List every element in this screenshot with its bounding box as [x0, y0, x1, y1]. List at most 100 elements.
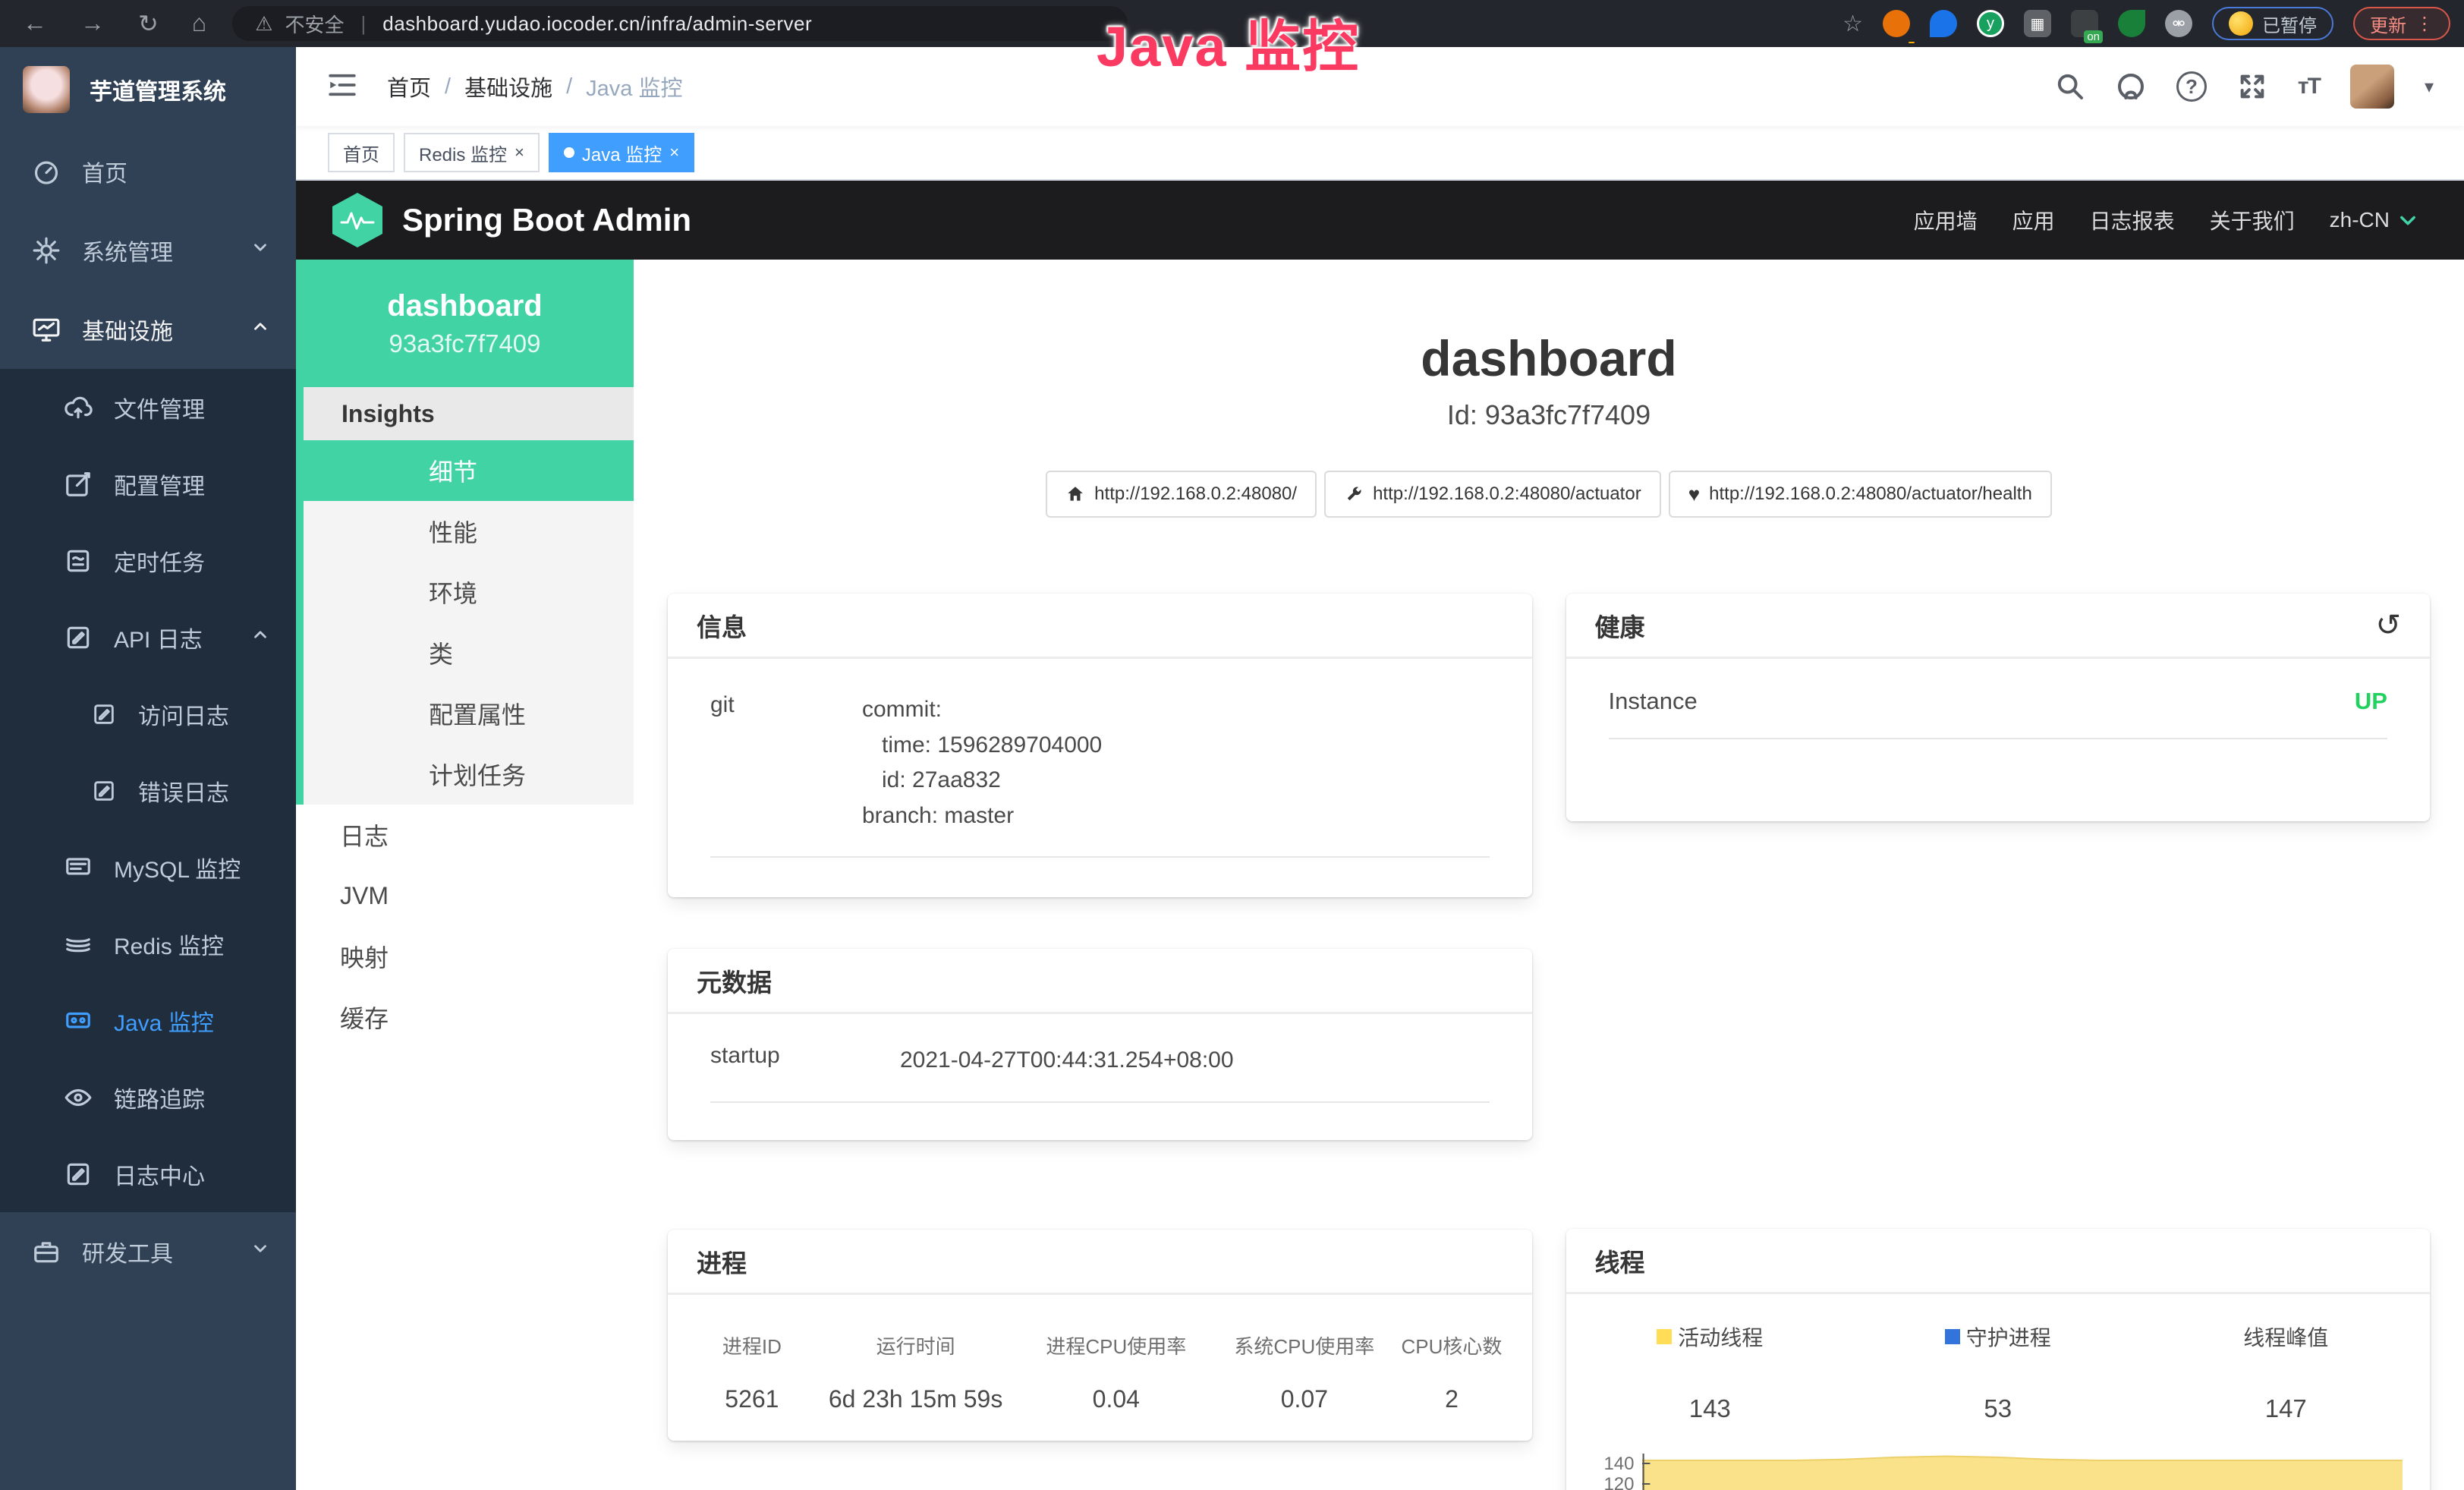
extension-badge [1909, 42, 1915, 43]
screen: ← → ↻ ⌂ ⚠ 不安全 | dashboard.yudao.iocoder.… [0, 0, 2464, 1490]
sidebar-item-system[interactable]: 系统管理 [0, 211, 296, 290]
sba-menu-section-insights: Insights [304, 387, 634, 440]
emoji-face-icon [2229, 11, 2253, 36]
endpoint-root-button[interactable]: http://192.168.0.2:48080/ [1046, 471, 1317, 518]
sba-nav-about[interactable]: 关于我们 [2210, 205, 2295, 235]
metadata-card-title: 元数据 [697, 962, 772, 999]
app-sidebar: 芋道管理系统 首页 系统管理 基础设施 文件管理 [0, 47, 296, 1490]
url-text[interactable]: dashboard.yudao.iocoder.cn/infra/admin-s… [382, 12, 812, 36]
kebab-menu-icon[interactable]: ⋮ [2415, 13, 2434, 35]
sidebar-item-access-log[interactable]: 访问日志 [0, 676, 296, 752]
health-card: 健康 ↺ Instance UP [1566, 594, 2431, 821]
sba-menu-jvm[interactable]: JVM [296, 865, 634, 926]
close-icon[interactable]: × [515, 143, 524, 162]
sidebar-item-trace[interactable]: 链路追踪 [0, 1059, 296, 1136]
sba-menu-configprops[interactable]: 配置属性 [304, 683, 634, 744]
status-badge: UP [2355, 688, 2387, 715]
sidebar-item-redis-monitor[interactable]: Redis 监控 [0, 906, 296, 982]
sba-nav-journal[interactable]: 日志报表 [2090, 205, 2175, 235]
java-monitor-icon [64, 1006, 93, 1035]
extension-pin-icon[interactable] [1930, 10, 1957, 37]
eye-icon [64, 1083, 93, 1112]
log-edit-icon [91, 778, 117, 804]
sidebar-fold-icon[interactable] [326, 69, 358, 105]
extension-grid-icon[interactable]: ▦ [2024, 10, 2051, 37]
browser-forward-button[interactable]: → [80, 9, 105, 38]
sidebar-item-dev-tools[interactable]: 研发工具 [0, 1212, 296, 1291]
extension-icon[interactable]: on [2071, 10, 2098, 37]
breadcrumb-section[interactable]: 基础设施 [464, 71, 552, 102]
sba-menu-environment[interactable]: 环境 [304, 562, 634, 622]
sidebar-item-error-log[interactable]: 错误日志 [0, 752, 296, 829]
sidebar-item-java-monitor[interactable]: Java 监控 [0, 982, 296, 1059]
tab-home[interactable]: 首页 [328, 133, 395, 172]
process-col-header: 进程ID [691, 1331, 813, 1359]
sba-menu-details[interactable]: 细节 [304, 440, 634, 501]
sba-menu-mappings[interactable]: 映射 [296, 926, 634, 987]
instance-title: dashboard [634, 329, 2464, 387]
font-size-icon[interactable]: тT [2298, 74, 2320, 99]
cloud-upload-icon [64, 393, 93, 422]
chevron-down-icon [250, 1239, 270, 1265]
sba-menu-metrics[interactable]: 性能 [304, 501, 634, 562]
app-logo-image [23, 66, 70, 113]
process-uptime-value: 6d 23h 15m 59s [813, 1385, 1018, 1413]
help-icon[interactable]: ? [2176, 71, 2207, 102]
extension-icon[interactable] [1883, 10, 1910, 37]
sidebar-item-scheduled-job[interactable]: 定时任务 [0, 522, 296, 599]
sidebar-item-file-manage[interactable]: 文件管理 [0, 369, 296, 446]
browser-reload-button[interactable]: ↻ [138, 9, 159, 38]
app-logo-row[interactable]: 芋道管理系统 [0, 47, 296, 132]
bookmark-star-icon[interactable]: ☆ [1842, 11, 1863, 37]
not-secure-label[interactable]: 不安全 [285, 10, 344, 38]
sidebar-item-api-log[interactable]: API 日志 [0, 599, 296, 676]
threads-area-chart [1642, 1454, 2403, 1490]
fullscreen-icon[interactable] [2237, 71, 2267, 102]
layers-icon [64, 930, 93, 959]
endpoint-health-button[interactable]: ♥ http://192.168.0.2:48080/actuator/heal… [1669, 471, 2052, 518]
sidebar-item-home[interactable]: 首页 [0, 132, 296, 211]
sba-instance-block[interactable]: dashboard 93a3fc7f7409 [296, 260, 634, 387]
dashboard-icon [32, 157, 61, 186]
chevron-down-icon [2397, 209, 2418, 231]
paused-extension-pill[interactable]: 已暂停 [2212, 7, 2333, 40]
sidebar-item-config-manage[interactable]: 配置管理 [0, 446, 296, 522]
sba-nav-wall[interactable]: 应用墙 [1914, 205, 1978, 235]
omnibox-divider: | [360, 12, 366, 36]
sba-nav-applications[interactable]: 应用 [2012, 205, 2055, 235]
chevron-down-icon [250, 238, 270, 263]
sidebar-item-infrastructure[interactable]: 基础设施 [0, 290, 296, 369]
avatar-caret-icon[interactable]: ▾ [2425, 76, 2434, 98]
history-icon[interactable]: ↺ [2375, 610, 2401, 641]
github-icon[interactable] [2116, 71, 2146, 102]
breadcrumb-home[interactable]: 首页 [387, 71, 431, 102]
close-icon[interactable]: × [669, 143, 679, 162]
threads-card-title: 线程 [1595, 1243, 1645, 1279]
process-card: 进程 进程ID 运行时间 进程CPU使用率 系统CPU使用率 CPU核心数 [668, 1230, 1532, 1441]
extension-leaf-icon[interactable] [2118, 10, 2145, 37]
sba-menu-classes[interactable]: 类 [304, 622, 634, 683]
extensions-puzzle-icon[interactable]: ⚮ [2165, 10, 2192, 37]
endpoint-actuator-button[interactable]: http://192.168.0.2:48080/actuator [1324, 471, 1661, 518]
wrench-icon [1344, 484, 1364, 504]
sba-menu-scheduled-tasks[interactable]: 计划任务 [304, 744, 634, 805]
tab-java-monitor[interactable]: Java 监控× [549, 133, 694, 172]
breadcrumb: 首页 / 基础设施 / Java 监控 [387, 71, 682, 102]
browser-back-button[interactable]: ← [23, 9, 47, 38]
search-icon[interactable] [2055, 71, 2085, 102]
sba-language-select[interactable]: zh-CN [2330, 208, 2418, 232]
sidebar-item-mysql-monitor[interactable]: MySQL 监控 [0, 829, 296, 906]
chevron-up-icon [250, 625, 270, 650]
user-avatar[interactable] [2350, 65, 2394, 109]
tab-redis-monitor[interactable]: Redis 监控× [404, 133, 540, 172]
sidebar-item-log-center[interactable]: 日志中心 [0, 1136, 296, 1212]
sba-menu-logfile[interactable]: 日志 [296, 805, 634, 865]
browser-update-button[interactable]: 更新 ⋮ [2353, 7, 2450, 40]
extension-icon[interactable]: y [1977, 10, 2004, 37]
browser-home-button[interactable]: ⌂ [192, 9, 206, 38]
sba-menu-caches[interactable]: 缓存 [296, 987, 634, 1047]
legend-live-threads: 活动线程 143 [1566, 1321, 1855, 1423]
home-icon [1065, 484, 1085, 504]
process-col-header: 系统CPU使用率 [1214, 1331, 1394, 1359]
address-bar[interactable]: ⚠ 不安全 | dashboard.yudao.iocoder.cn/infra… [232, 6, 1128, 41]
